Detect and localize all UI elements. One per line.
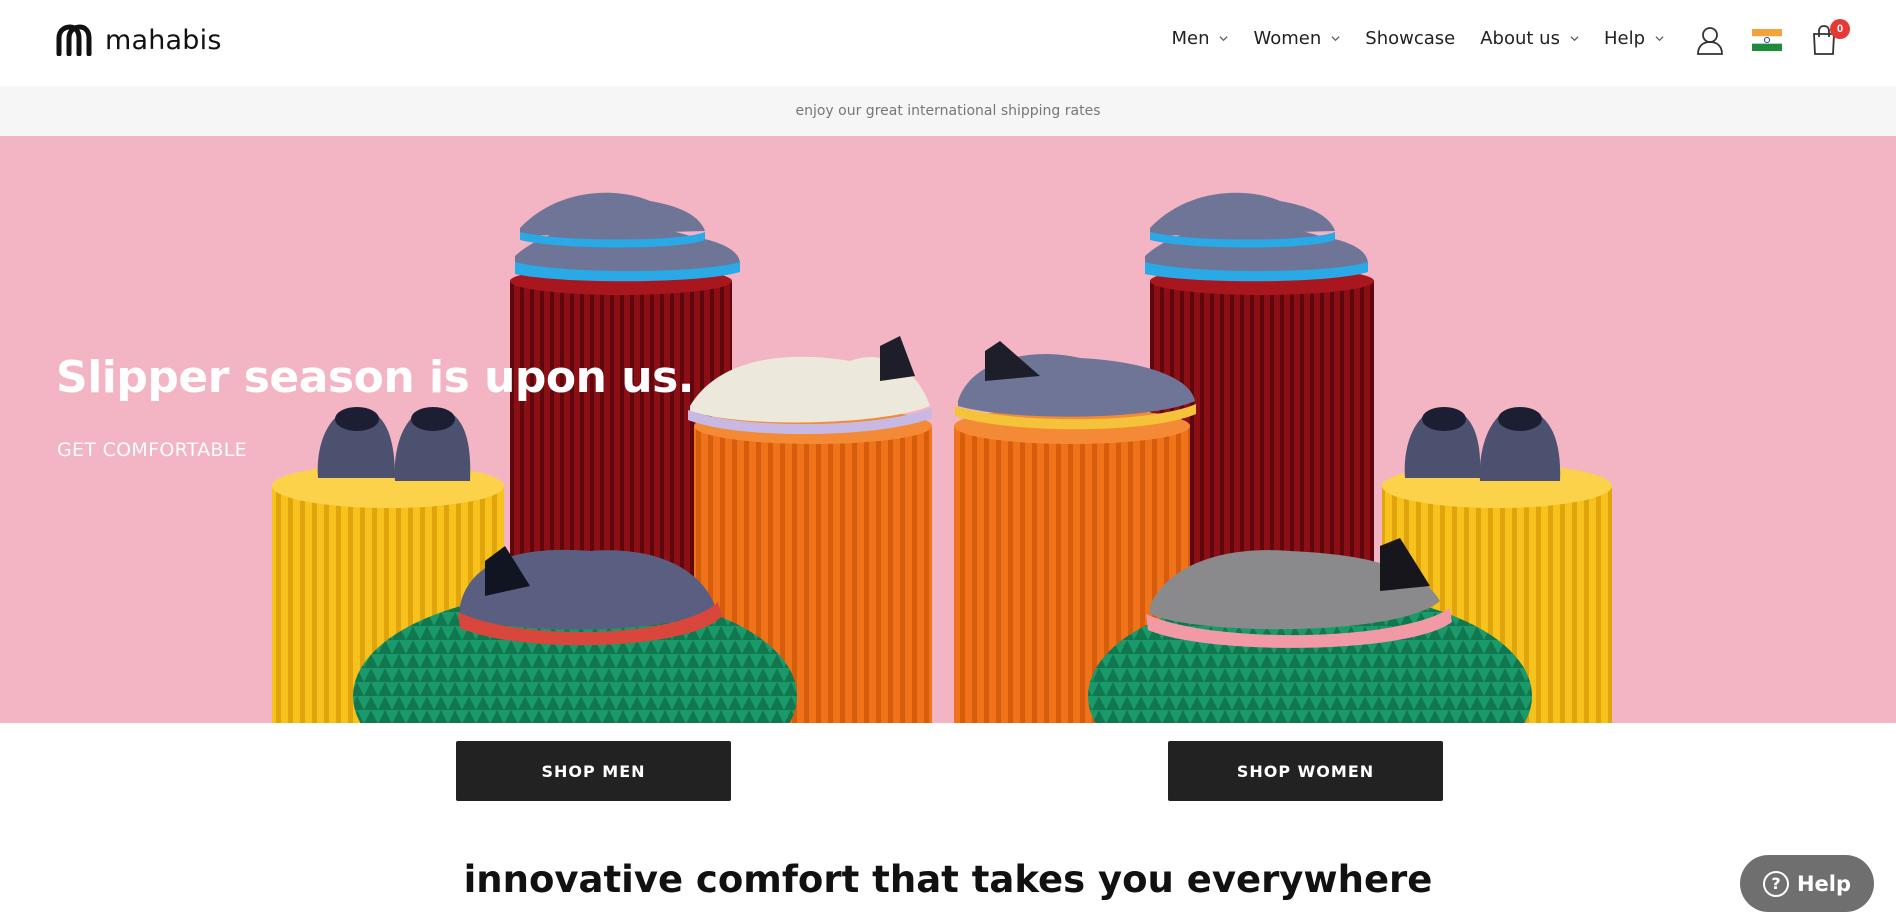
hero-title: Slipper season is upon us. <box>56 352 695 403</box>
chevron-down-icon <box>1219 36 1228 42</box>
country-selector[interactable] <box>1751 22 1783 58</box>
cart-button[interactable]: 0 <box>1808 19 1850 58</box>
site-header: mahabis Men Women Showcase About us Help <box>0 0 1896 86</box>
announcement-bar: enjoy our great international shipping r… <box>0 86 1896 136</box>
nav-item-about-us[interactable]: About us <box>1480 28 1579 49</box>
header-icons: 0 <box>1694 19 1850 58</box>
question-icon: ? <box>1762 870 1789 897</box>
help-widget-label: Help <box>1796 871 1852 896</box>
announcement-text: enjoy our great international shipping r… <box>795 103 1101 119</box>
nav-label: Women <box>1253 28 1322 49</box>
mahabis-logo-icon <box>56 24 92 56</box>
nav-item-showcase[interactable]: Showcase <box>1365 28 1455 49</box>
account-icon <box>1697 27 1723 55</box>
help-widget-button[interactable]: ? Help <box>1740 855 1874 912</box>
chevron-down-icon <box>1331 36 1340 42</box>
logo-text: mahabis <box>105 24 222 56</box>
logo[interactable]: mahabis <box>55 24 222 56</box>
tagline-heading: innovative comfort that takes you everyw… <box>463 858 1433 901</box>
nav-item-men[interactable]: Men <box>1171 28 1228 49</box>
get-comfortable-link[interactable]: GET COMFORTABLE <box>57 439 247 461</box>
account-button[interactable] <box>1694 22 1726 58</box>
cart-count-badge: 0 <box>1830 19 1850 39</box>
chevron-down-icon <box>1655 36 1664 42</box>
nav-item-help[interactable]: Help <box>1604 28 1664 49</box>
hero-slippers-image <box>272 192 1612 723</box>
shop-men-button[interactable]: SHOP MEN <box>456 741 731 801</box>
nav-label: About us <box>1480 28 1560 49</box>
nav-label: Showcase <box>1365 28 1456 49</box>
nav-item-women[interactable]: Women <box>1253 28 1340 49</box>
nav-label: Men <box>1171 28 1210 49</box>
chevron-down-icon <box>1570 36 1579 42</box>
nav-label: Help <box>1603 28 1645 49</box>
hero-banner[interactable]: Slipper season is upon us. GET COMFORTAB… <box>0 136 1896 723</box>
shop-women-button[interactable]: SHOP WOMEN <box>1168 741 1443 801</box>
main-nav: Men Women Showcase About us Help <box>1171 28 1664 49</box>
india-flag-icon <box>1752 29 1782 51</box>
